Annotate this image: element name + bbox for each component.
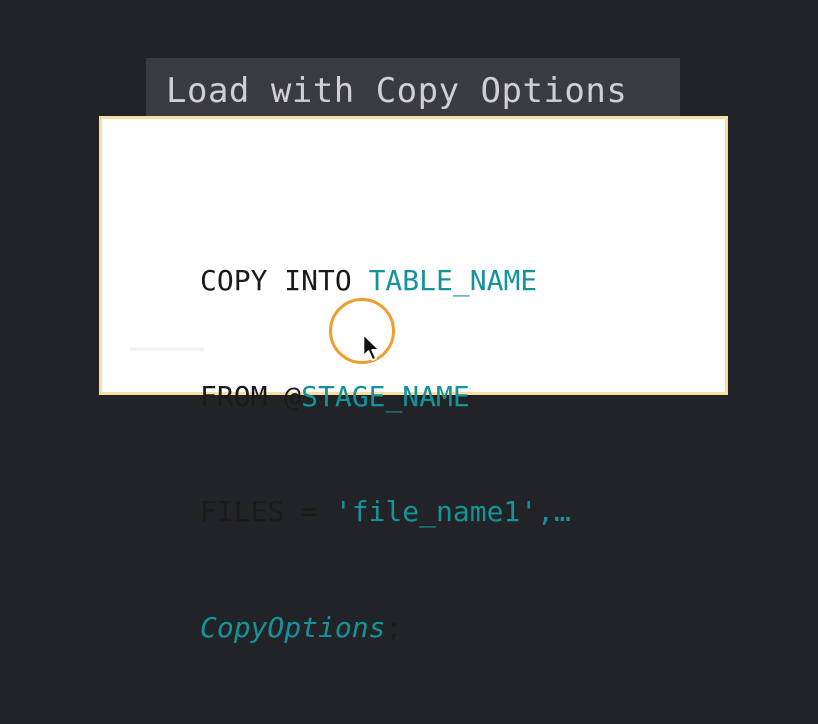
code-block: COPY INTO TABLE_NAME FROM @STAGE_NAME FI…: [200, 185, 571, 724]
code-keyword-copy-into: COPY INTO: [200, 264, 369, 297]
code-stage-name: STAGE_NAME: [301, 379, 470, 413]
code-keyword-from: FROM @: [200, 379, 302, 413]
code-copy-options: CopyOptions: [200, 610, 386, 644]
code-line-from: FROM @STAGE_NAME: [200, 378, 571, 417]
slide-title-bar: Load with Copy Options: [146, 58, 680, 120]
slide-title: Load with Copy Options: [166, 71, 628, 111]
code-line-copy-options: CopyOptions;: [200, 609, 571, 648]
mouse-pointer-icon: [362, 333, 380, 361]
code-file-list: 'file_name1',…: [334, 495, 571, 528]
code-terminator: ;: [385, 610, 403, 644]
code-keyword-files: FILES =: [200, 495, 335, 528]
code-line-copy-into: COPY INTO TABLE_NAME: [200, 262, 571, 301]
code-line-files: FILES = 'file_name1',…: [200, 493, 571, 532]
faint-underline-mark: [130, 347, 204, 351]
code-card: COPY INTO TABLE_NAME FROM @STAGE_NAME FI…: [99, 116, 728, 644]
code-table-name: TABLE_NAME: [368, 264, 538, 297]
